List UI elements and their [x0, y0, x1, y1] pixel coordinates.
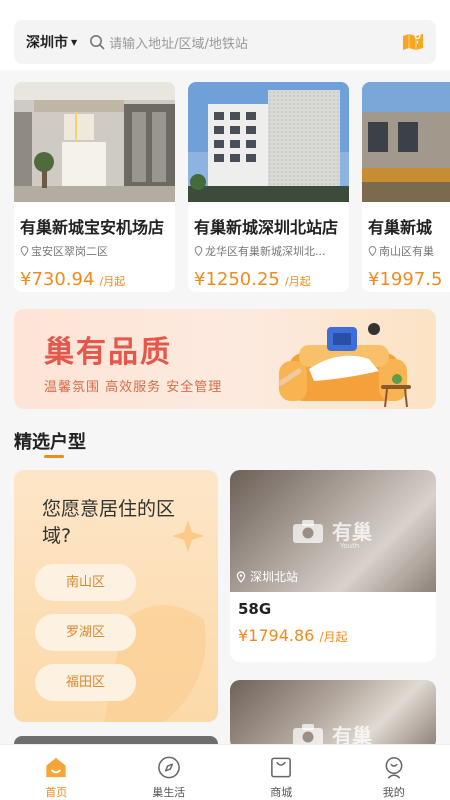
tab-label: 巢生活	[152, 786, 186, 799]
location-pin-icon	[20, 246, 29, 256]
tab-label: 我的	[382, 786, 405, 799]
price-unit: /月起	[99, 275, 126, 288]
store-price: ¥1250.25 /月起	[194, 269, 349, 290]
city-label: 深圳市	[26, 35, 68, 51]
banner-illustration	[278, 323, 411, 408]
store-address: 龙华区有巢新城深圳北...	[194, 243, 349, 259]
store-photo	[14, 82, 175, 202]
section-title: 精选户型	[14, 432, 86, 453]
camera-icon	[293, 519, 323, 543]
compass-icon	[157, 756, 180, 779]
watermark: 有巢	[292, 516, 372, 545]
banner-title: 巢有品质	[44, 335, 172, 370]
tab-label: 首页	[45, 786, 68, 799]
store-name: 有巢新城	[368, 218, 433, 237]
store-address-text: 宝安区翠岗二区	[31, 245, 108, 258]
region-picker-card: 您愿意居住的区域? 南山区 罗湖区 福田区	[14, 470, 218, 722]
tab-life[interactable]: 巢生活	[113, 745, 226, 800]
room-photo: 有巢	[230, 680, 436, 750]
search-input[interactable]: 请输入地址/区域/地铁站	[109, 33, 402, 52]
store-card[interactable]: 有巢新城 南山区有巢 ¥1997.5	[362, 82, 450, 292]
map-icon[interactable]	[402, 33, 424, 51]
room-card[interactable]: 有巢 Youth 深圳北站 58G ¥1794.86 /月起	[230, 470, 436, 662]
profile-icon	[385, 757, 403, 779]
room-card[interactable]: 有巢	[230, 680, 436, 750]
room-location: 深圳北站	[236, 568, 298, 585]
tab-label: 商城	[270, 786, 293, 799]
city-selector[interactable]: 深圳市 ▼	[26, 32, 77, 52]
tab-profile[interactable]: 我的	[338, 745, 450, 800]
price-value: ¥1250.25	[194, 269, 280, 290]
watermark-subtext: Youth	[340, 542, 360, 550]
store-card[interactable]: 有巢新城深圳北站店 龙华区有巢新城深圳北... ¥1250.25 /月起	[188, 82, 349, 292]
store-price: ¥730.94 /月起	[20, 269, 175, 290]
store-address-text: 南山区有巢	[379, 245, 434, 258]
store-card[interactable]: 有巢新城宝安机场店 宝安区翠岗二区 ¥730.94 /月起	[14, 82, 175, 292]
watermark-text: 有巢	[332, 520, 372, 544]
search-icon	[90, 35, 105, 50]
store-name: 有巢新城深圳北站店	[194, 218, 339, 237]
promo-banner[interactable]: 巢有品质 温馨氛围 高效服务 安全管理	[14, 309, 436, 409]
search-bar[interactable]: 深圳市 ▼ 请输入地址/区域/地铁站	[14, 20, 436, 64]
caret-down-icon: ▼	[71, 37, 78, 47]
price-unit: /月起	[284, 275, 311, 288]
banner-subtitle: 温馨氛围 高效服务 安全管理	[44, 380, 223, 395]
section-title-underline	[44, 455, 64, 458]
store-price: ¥1997.5	[368, 269, 450, 290]
store-address-text: 龙华区有巢新城深圳北...	[205, 245, 326, 258]
location-pin-icon	[194, 246, 203, 256]
tab-home[interactable]: 首页	[0, 745, 113, 800]
bottom-tab-bar: 首页 巢生活 商城 我的	[0, 744, 450, 800]
room-name: 58G	[238, 600, 272, 618]
price-value: ¥1794.86	[238, 626, 315, 645]
store-carousel[interactable]: 有巢新城宝安机场店 宝安区翠岗二区 ¥730.94 /月起 有巢新城深圳北站店 …	[14, 82, 450, 292]
location-pin-icon	[368, 246, 377, 256]
region-question: 您愿意居住的区域?	[42, 498, 176, 547]
region-option-button[interactable]: 福田区	[35, 664, 136, 701]
room-photo: 有巢 Youth 深圳北站	[230, 470, 436, 592]
store-address: 宝安区翠岗二区	[20, 243, 175, 259]
store-photo	[362, 82, 450, 202]
tab-shop[interactable]: 商城	[225, 745, 338, 800]
room-price: ¥1794.86 /月起	[238, 626, 436, 645]
region-option-button[interactable]: 罗湖区	[35, 614, 136, 651]
price-value: ¥730.94	[20, 269, 95, 290]
location-pin-icon	[236, 570, 246, 583]
store-photo	[188, 82, 349, 202]
home-icon	[46, 757, 66, 778]
price-unit: /月起	[319, 630, 348, 644]
room-location-text: 深圳北站	[250, 570, 299, 584]
shopping-bag-icon	[271, 757, 292, 778]
store-name: 有巢新城宝安机场店	[20, 218, 165, 237]
store-address: 南山区有巢	[368, 243, 450, 259]
region-option-button[interactable]: 南山区	[35, 564, 136, 601]
header: 深圳市 ▼ 请输入地址/区域/地铁站	[0, 0, 450, 70]
price-value: ¥1997.5	[368, 269, 443, 290]
